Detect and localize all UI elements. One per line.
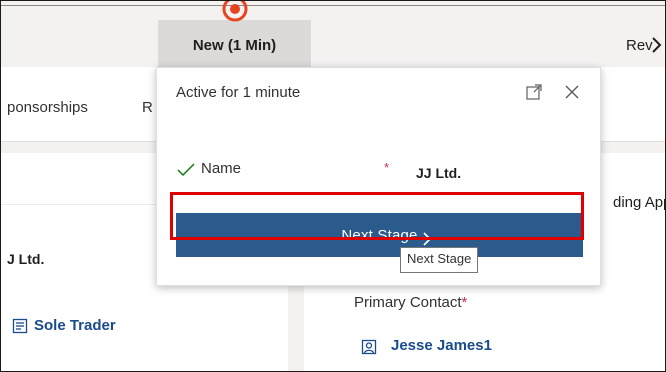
primary-contact-link[interactable]: Jesse James1: [391, 337, 492, 354]
primary-contact-label: Primary Contact*: [354, 294, 468, 311]
active-stage-indicator-icon: [222, 1, 248, 22]
close-icon[interactable]: [563, 83, 581, 101]
app-window: New (1 Min) Rev ponsorships R J Ltd. Sol…: [0, 0, 666, 372]
contact-icon: [361, 339, 377, 355]
next-stage-tooltip: Next Stage: [400, 247, 479, 273]
pending-approval-text: ding App: [613, 194, 666, 211]
business-process-stage-bar: [1, 1, 665, 68]
account-name-value: J Ltd.: [7, 251, 45, 267]
flyout-title: Active for 1 minute: [176, 84, 301, 101]
pop-out-icon[interactable]: [525, 83, 543, 101]
name-field-label: Name: [201, 160, 242, 177]
required-marker: *: [461, 294, 468, 311]
checkmark-icon: [177, 163, 195, 177]
tab-sponsorships[interactable]: ponsorships: [7, 99, 88, 116]
top-divider: [1, 5, 665, 6]
tab-related[interactable]: R: [142, 99, 153, 116]
chevron-right-icon[interactable]: [647, 35, 665, 55]
name-field-value[interactable]: JJ Ltd.: [416, 165, 461, 181]
entity-type-icon: [12, 318, 28, 334]
stage-new-label: New (1 Min): [192, 37, 277, 54]
entity-type-link[interactable]: Sole Trader: [34, 317, 116, 334]
required-marker: *: [384, 160, 390, 175]
annotation-highlight-box: [170, 192, 584, 240]
